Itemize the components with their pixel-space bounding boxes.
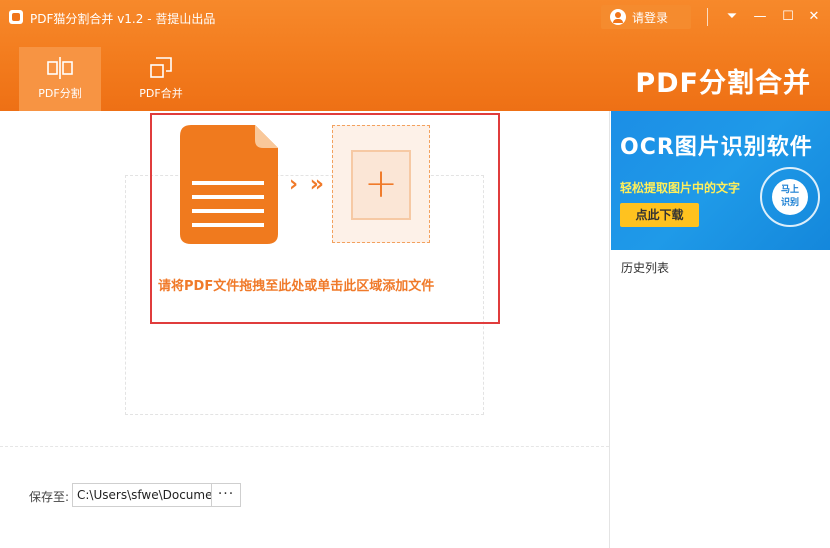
app-window: PDF猫分割合并 v1.2 - 菩提山出品 请登录 ⏷ — ☐ ✕ PDF分割 [0,0,830,548]
save-path-field[interactable]: C:\Users\sfwe\Documents [72,483,212,507]
titlebar-divider [707,8,708,26]
save-to-label: 保存至: [29,490,70,504]
ad-subtitle: 轻松提取图片中的文字 [620,181,741,195]
dropzone-hint: 请将PDF文件拖拽至此处或单击此区域添加文件 [158,279,435,294]
bottom-divider [0,446,609,447]
arrow-right-icon: › » [289,172,326,197]
ad-download-button[interactable]: 点此下载 [620,203,699,227]
tab-pdf-split[interactable]: PDF分割 [19,47,101,111]
merge-icon [150,57,172,78]
brand-title: PDF分割合并 [635,68,811,99]
tab-label: PDF分割 [38,87,82,100]
browse-folder-button[interactable]: ··· [211,483,241,507]
login-button[interactable]: 请登录 [601,5,691,29]
menu-dropdown-icon[interactable]: ⏷ [723,8,741,26]
minimize-button[interactable]: — [751,8,769,26]
user-icon [610,9,626,25]
login-label: 请登录 [632,10,669,25]
window-title: PDF猫分割合并 v1.2 - 菩提山出品 [30,12,216,26]
add-file-button[interactable]: + [332,125,430,243]
scan-icon: 马上 识别 [760,167,820,227]
split-icon [47,57,73,79]
document-icon [180,125,278,244]
maximize-button[interactable]: ☐ [779,8,797,26]
header: PDF猫分割合并 v1.2 - 菩提山出品 请登录 ⏷ — ☐ ✕ PDF分割 [0,0,830,111]
ocr-ad-banner[interactable]: OCR图片识别软件 轻松提取图片中的文字 点此下载 马上 识别 [611,111,830,250]
tab-label: PDF合并 [139,87,183,100]
sidebar: OCR图片识别软件 轻松提取图片中的文字 点此下载 马上 识别 历史列表 [609,111,830,548]
titlebar: PDF猫分割合并 v1.2 - 菩提山出品 请登录 ⏷ — ☐ ✕ [0,0,830,36]
history-list-label: 历史列表 [621,261,670,275]
app-logo-icon [9,10,23,24]
add-file-frame: + [351,150,411,220]
tab-pdf-merge[interactable]: PDF合并 [120,47,202,111]
ad-title: OCR图片识别软件 [620,135,813,160]
badge-line-1: 马上 [780,185,799,195]
plus-icon: + [364,161,398,207]
close-button[interactable]: ✕ [805,8,823,26]
scan-badge: 马上 识别 [772,179,808,215]
badge-line-2: 识别 [780,198,799,208]
